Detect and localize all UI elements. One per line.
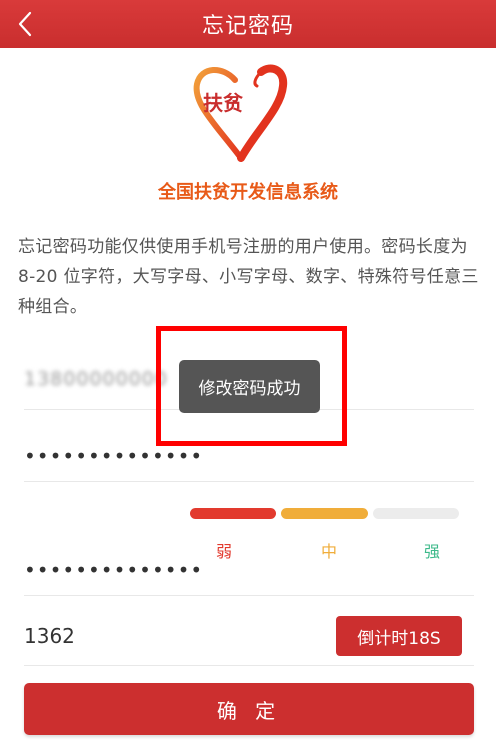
page-title: 忘记密码 bbox=[201, 14, 294, 39]
verification-code-value: 1362 bbox=[24, 624, 75, 648]
confirm-button[interactable]: 确 定 bbox=[24, 683, 474, 735]
strength-bar-mid bbox=[281, 508, 368, 519]
confirm-password-dots: •••••••••••••• bbox=[24, 558, 204, 582]
highlight-box bbox=[156, 326, 347, 446]
back-button[interactable] bbox=[10, 6, 40, 42]
chevron-left-icon bbox=[18, 11, 32, 37]
countdown-button[interactable]: 倒计时18S bbox=[336, 616, 462, 656]
verification-code-field[interactable]: 1362 倒计时18S bbox=[24, 600, 474, 666]
phone-value: 13800000000 bbox=[24, 368, 168, 390]
heart-logo-icon: 扶贫 bbox=[193, 64, 288, 162]
intro-text: 忘记密码功能仅供使用手机号注册的用户使用。密码长度为8-20 位字符，大写字母、… bbox=[18, 237, 479, 317]
new-password-dots: •••••••••••••• bbox=[24, 444, 204, 468]
system-name: 全国扶贫开发信息系统 bbox=[158, 182, 338, 203]
strength-bar-strong bbox=[373, 508, 459, 519]
strength-bar-weak bbox=[190, 508, 276, 519]
app-header: 忘记密码 bbox=[0, 0, 496, 48]
confirm-password-field[interactable]: •••••••••••••• bbox=[24, 532, 474, 596]
poverty-alleviation-logo: 扶贫 bbox=[183, 60, 313, 172]
svg-text:扶贫: 扶贫 bbox=[203, 91, 244, 115]
